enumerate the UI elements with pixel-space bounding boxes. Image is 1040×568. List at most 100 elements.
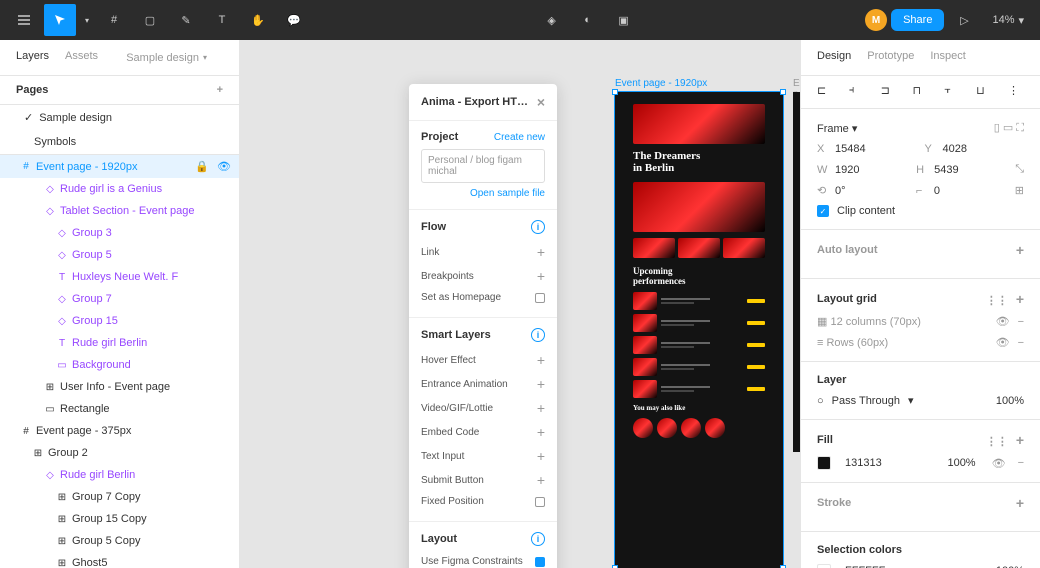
tab-prototype[interactable]: Prototype: [867, 40, 914, 75]
eye-icon[interactable]: 👁: [992, 457, 1006, 470]
layer-item[interactable]: THuxleys Neue Welt. F: [0, 266, 239, 288]
plus-icon[interactable]: +: [537, 472, 545, 488]
grid-item[interactable]: ▦ 12 columns (70px): [817, 315, 921, 328]
zoom-level[interactable]: 14% ▾: [984, 14, 1032, 27]
remove-icon[interactable]: −: [1018, 337, 1024, 349]
share-button[interactable]: Share: [891, 9, 944, 31]
grid-settings-icon[interactable]: ⋮⋮: [986, 295, 1008, 307]
fill-hex[interactable]: 131313: [845, 457, 882, 469]
tab-inspect[interactable]: Inspect: [930, 40, 965, 75]
lock-icon[interactable]: 🔒: [195, 160, 209, 173]
blend-mode[interactable]: Pass Through: [832, 395, 900, 407]
add-grid-icon[interactable]: +: [1016, 291, 1024, 307]
layer-item[interactable]: ⊞Group 2: [0, 442, 239, 464]
move-tool[interactable]: [44, 4, 76, 36]
plus-icon[interactable]: +: [537, 400, 545, 416]
selection-handle[interactable]: [612, 89, 618, 95]
link-icon[interactable]: ⤡: [1015, 163, 1024, 176]
plus-icon[interactable]: +: [537, 376, 545, 392]
tab-design[interactable]: Design: [817, 40, 851, 75]
project-input[interactable]: Personal / blog figam michal: [421, 149, 545, 183]
page-item[interactable]: Symbols: [0, 130, 239, 154]
layer-item[interactable]: ◇Rude girl is a Genius: [0, 178, 239, 200]
layer-item[interactable]: ▭Background: [0, 354, 239, 376]
tab-layers[interactable]: Layers: [16, 40, 49, 75]
plugin-option[interactable]: Breakpoints+: [421, 264, 545, 288]
align-right-icon[interactable]: ⊐: [881, 84, 897, 100]
plus-icon[interactable]: +: [537, 268, 545, 284]
frame-tool[interactable]: #: [98, 4, 130, 36]
orientation-icon[interactable]: ▯ ▭ ⛶: [994, 121, 1024, 135]
canvas-frame[interactable]: The Dreamersin BerlinUpcomingperformence…: [793, 92, 800, 452]
checkbox-icon[interactable]: [535, 293, 545, 303]
plugin-option[interactable]: Link+: [421, 240, 545, 264]
boolean-icon[interactable]: ▣: [608, 4, 640, 36]
doc-name[interactable]: Sample design▾: [126, 40, 207, 75]
page-item[interactable]: ✓ Sample design: [0, 105, 239, 130]
eye-icon[interactable]: 👁: [996, 336, 1010, 349]
user-avatar[interactable]: M: [865, 9, 887, 31]
comment-tool[interactable]: 💬: [278, 4, 310, 36]
plus-icon[interactable]: +: [537, 352, 545, 368]
checkbox-icon[interactable]: [535, 497, 545, 507]
selection-handle[interactable]: [780, 89, 786, 95]
fill-settings-icon[interactable]: ⋮⋮: [986, 436, 1008, 448]
info-icon[interactable]: i: [531, 328, 545, 342]
create-new-link[interactable]: Create new: [494, 132, 545, 143]
layer-item[interactable]: #Event page - 375px: [0, 420, 239, 442]
radius-input[interactable]: 0: [934, 185, 1007, 197]
play-icon[interactable]: ▷: [948, 4, 980, 36]
add-auto-layout-icon[interactable]: +: [1016, 242, 1024, 258]
shape-tool[interactable]: ▢: [134, 4, 166, 36]
chevron-down-icon[interactable]: ▾: [80, 4, 94, 36]
pen-tool[interactable]: ✎: [170, 4, 202, 36]
rotation-input[interactable]: 0°: [835, 185, 908, 197]
align-bottom-icon[interactable]: ⊔: [976, 84, 992, 100]
layer-item[interactable]: ◇Group 15: [0, 310, 239, 332]
layer-item[interactable]: ◇Group 5: [0, 244, 239, 266]
plus-icon[interactable]: +: [537, 424, 545, 440]
distribute-icon[interactable]: ⋮: [1008, 84, 1024, 100]
component-icon[interactable]: ◈: [536, 4, 568, 36]
clip-checkbox[interactable]: ✓: [817, 205, 829, 217]
y-input[interactable]: 4028: [943, 143, 1025, 155]
layer-item[interactable]: ⊞Ghost5: [0, 552, 239, 568]
hand-tool[interactable]: ✋: [242, 4, 274, 36]
layer-item[interactable]: ⊞Group 5 Copy: [0, 530, 239, 552]
remove-icon[interactable]: −: [1018, 316, 1024, 328]
align-left-icon[interactable]: ⊏: [817, 84, 833, 100]
align-center-icon[interactable]: ⫞: [849, 84, 865, 100]
eye-icon[interactable]: 👁: [217, 160, 231, 173]
layer-item[interactable]: ◇Group 7: [0, 288, 239, 310]
layer-item[interactable]: ◇Rude girl Berlin: [0, 464, 239, 486]
info-icon[interactable]: i: [531, 220, 545, 234]
mask-icon[interactable]: ◐: [572, 4, 604, 36]
layer-item[interactable]: ◇Group 3: [0, 222, 239, 244]
plugin-option[interactable]: Video/GIF/Lottie+: [421, 396, 545, 420]
plugin-option[interactable]: Set as Homepage: [421, 288, 545, 307]
remove-icon[interactable]: −: [1018, 457, 1024, 469]
info-icon[interactable]: i: [531, 532, 545, 546]
add-page-icon[interactable]: +: [217, 84, 223, 96]
add-stroke-icon[interactable]: +: [1016, 495, 1024, 511]
align-middle-icon[interactable]: ⫟: [944, 84, 960, 100]
independent-icon[interactable]: ⊞: [1015, 184, 1024, 197]
frame-label[interactable]: Event page - 1920px: [615, 78, 707, 89]
canvas-frame[interactable]: The Dreamersin BerlinUpcomingperformence…: [615, 92, 783, 568]
layer-item[interactable]: ◇Tablet Section - Event page: [0, 200, 239, 222]
add-fill-icon[interactable]: +: [1016, 432, 1024, 448]
plugin-option[interactable]: Fixed Position: [421, 492, 545, 511]
layer-item[interactable]: #Event page - 1920px🔒👁: [0, 155, 239, 178]
x-input[interactable]: 15484: [835, 143, 917, 155]
layer-item[interactable]: ▭Rectangle: [0, 398, 239, 420]
layer-item[interactable]: ⊞User Info - Event page: [0, 376, 239, 398]
plugin-option[interactable]: Hover Effect+: [421, 348, 545, 372]
layer-item[interactable]: TRude girl Berlin: [0, 332, 239, 354]
fill-opacity[interactable]: 100%: [947, 457, 975, 469]
align-top-icon[interactable]: ⊓: [912, 84, 928, 100]
close-icon[interactable]: ×: [537, 94, 545, 110]
sample-link[interactable]: Open sample file: [470, 188, 545, 199]
menu-icon[interactable]: [8, 4, 40, 36]
grid-item[interactable]: ≡ Rows (60px): [817, 337, 888, 349]
constraint-item[interactable]: Use Figma Constraints: [421, 556, 523, 567]
